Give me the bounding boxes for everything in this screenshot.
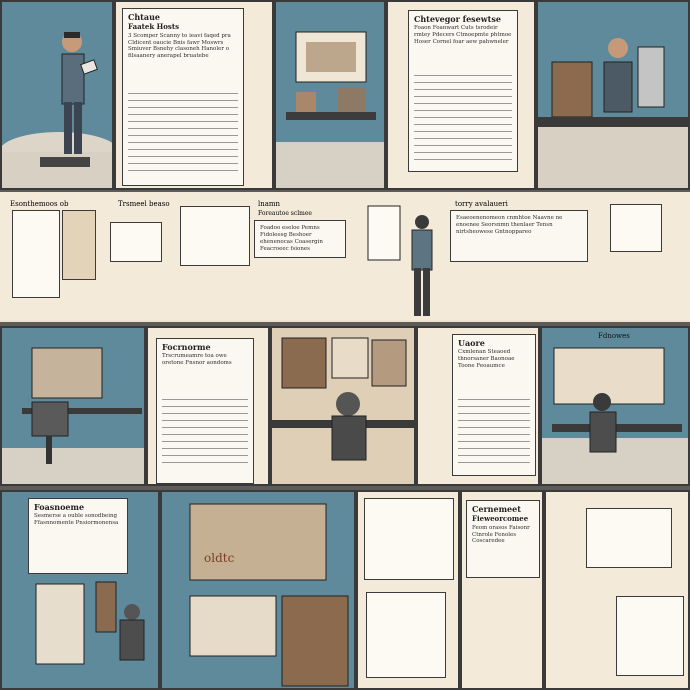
row4-frame-2 — [366, 592, 446, 678]
document-a-title: Chtaue — [128, 12, 160, 22]
row2-label-a: Esonthemoos ob — [10, 200, 69, 208]
panel-document-c: Focrnorme Trscrumeamre toa owe oretone F… — [146, 326, 270, 486]
document-sheet-c: Focrnorme Trscrumeamre toa owe oretone F… — [156, 338, 254, 484]
document-sheet-f: Cernemeet Fieweorcomee Feom orasos Faiso… — [466, 500, 540, 578]
panel-document-d: Uaore Cxmlenan Steaoed thnorsaner Baonoa… — [416, 326, 540, 486]
panel-row2-left: Esonthemoos ob Trsmeel beaso lnamn Forea… — [0, 192, 690, 320]
storyboard-canvas: Chtaue Faatek Hosts 3 Scomper Scanny to … — [0, 0, 690, 690]
panel-row4-left: Foasnoeme Sesmerse a ouble sonodbeing Ff… — [0, 490, 160, 690]
panel-corkboard: oldtc — [160, 490, 356, 690]
row4-frame-1 — [364, 498, 454, 580]
document-d-body: Cxmlenan Steaoed thnorsaner Baonoae Toon… — [458, 349, 515, 370]
panel-document-b: Chtevegor fesewtse Foaon Foanwart Cuts t… — [386, 0, 536, 190]
panel-manager — [536, 0, 690, 190]
row2-note-a: Foadoo eseloe Pemns Fidoleesg Beshoer eh… — [254, 220, 346, 258]
panel-office-chair — [0, 326, 146, 486]
thinking-person — [367, 205, 433, 316]
document-b-title: Chtevegor fesewtse — [414, 14, 501, 24]
desk-scene — [276, 31, 384, 188]
corkboard-scene: oldtc — [189, 503, 349, 687]
row4-frame-4 — [616, 596, 684, 676]
panel-row4-middle — [356, 490, 460, 690]
row4-left-scene — [35, 581, 145, 665]
row2-frame-3 — [110, 222, 162, 262]
document-c-body: Trscrumeamre toa owe oretone Fnsnor aond… — [162, 353, 232, 367]
document-f-title: Cernemeet — [472, 504, 521, 514]
document-d-title: Uaore — [458, 338, 485, 348]
panel-presenter — [0, 0, 114, 190]
row2-label-b: Trsmeel beaso — [118, 200, 170, 208]
row2-label-d: Foreautoe sclmee — [258, 210, 312, 217]
panel-desk — [274, 0, 386, 190]
row2-frame-1 — [12, 210, 60, 298]
manager-figure — [538, 38, 688, 188]
desk-worker-scene — [542, 347, 688, 484]
row2-note-b: Esaeoenenomeon cnmhtoe Naavne ne enoenee… — [450, 210, 588, 262]
document-f-body: Feom orasos Faisonr Ctnrole Fenoles Cosc… — [472, 524, 530, 545]
document-a-subtitle: Faatek Hosts — [128, 22, 180, 32]
document-f-subtitle: Fieweorcomee — [472, 514, 529, 524]
document-b-body: Foaon Foanwart Cuts tsrodeir rmtey Pdece… — [414, 25, 512, 46]
row2-frame-2 — [62, 210, 96, 280]
row2-label-e: torry avalaueri — [455, 200, 508, 208]
row4-frame-3 — [586, 508, 672, 568]
document-sheet-a: Chtaue Faatek Hosts 3 Scomper Scanny to … — [122, 8, 244, 186]
workstation-scene — [272, 337, 414, 461]
document-sheet-d: Uaore Cxmlenan Steaoed thnorsaner Baonoa… — [452, 334, 536, 476]
document-c-title: Focrnorme — [162, 342, 211, 352]
office-chair-scene — [2, 347, 144, 484]
presenter-figure — [2, 32, 112, 188]
panel-document-f: Cernemeet Fieweorcomee Feom orasos Faiso… — [460, 490, 544, 690]
document-a-body: 3 Scomper Scanny to ieavi faqed pra Cldi… — [128, 32, 231, 60]
panel-document-a: Chtaue Faatek Hosts 3 Scomper Scanny to … — [114, 0, 274, 190]
row2-frame-4 — [180, 206, 250, 266]
row2-label-c: lnamn — [258, 200, 281, 208]
document-sheet-b: Chtevegor fesewtse Foaon Foanwart Cuts t… — [408, 10, 518, 172]
panel-workstation — [270, 326, 416, 486]
panel-row4-right — [544, 490, 690, 690]
panel-desk-worker: Fdnowes — [540, 326, 690, 486]
row2-frame-5 — [610, 204, 662, 252]
clock-label: oldtc — [204, 551, 235, 565]
